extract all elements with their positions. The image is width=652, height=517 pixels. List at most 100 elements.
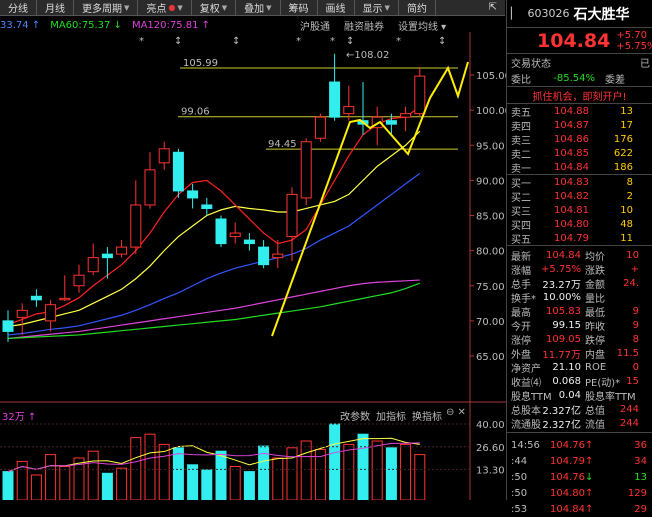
bids-volume: 2 — [626, 190, 633, 202]
more-icon[interactable]: 已 — [640, 55, 652, 70]
candle-body — [229, 232, 241, 238]
tick-volume: 34 — [634, 455, 647, 467]
volume-links: 改参数 加指标 换指标 — [340, 408, 442, 423]
tick-time: :50 — [511, 487, 528, 499]
price-level-label: 99.06 — [181, 107, 210, 118]
toolbar-minute[interactable]: 分线 — [0, 0, 37, 15]
bids-label: 买三 — [511, 206, 531, 218]
tick-time: 14:56 — [511, 439, 540, 451]
tick-direction-icon: ↓ — [585, 471, 594, 483]
trade-status: 交易状态 已 — [507, 54, 652, 70]
asks-price: 104.84 — [554, 161, 589, 173]
asks-volume: 17 — [620, 119, 633, 131]
toolbar-adjust-label: 复权 — [199, 4, 220, 15]
asks-label: 卖五 — [511, 107, 531, 119]
stat-label-2: 金额 — [585, 279, 605, 291]
tick-direction-icon: ↑ — [585, 439, 594, 451]
bids-row[interactable]: 买五 104.79 11 — [507, 231, 652, 246]
volume-panel-icons[interactable]: ⊖ ✕ — [446, 407, 466, 418]
stat-value: 23.27万 — [542, 279, 581, 291]
asks-row[interactable]: 卖四 104.87 17 — [507, 118, 652, 133]
bid-book: 买一 104.83 8 买二 104.82 2 买三 104.81 10 买四 104.80 48 买五… — [507, 175, 652, 246]
bids-row[interactable]: 买四 104.80 48 — [507, 217, 652, 232]
link-hk-connect[interactable]: 沪股通 — [300, 18, 330, 33]
ma120-line — [7, 279, 420, 340]
tick-direction-icon: ↑ — [585, 487, 594, 499]
toolbar-simple[interactable]: 简约 — [399, 0, 436, 15]
wc-label: 委差 — [605, 74, 625, 86]
volume-bar — [59, 466, 71, 500]
toolbar-adjust[interactable]: 复权 ▼ — [192, 0, 237, 15]
bids-row[interactable]: 买二 104.82 2 — [507, 189, 652, 204]
volume-bar — [201, 469, 213, 500]
event-marker: * — [139, 36, 144, 47]
toolbar-display[interactable]: 显示 ▼ — [355, 0, 399, 15]
asks-row[interactable]: 卖二 104.85 622 — [507, 146, 652, 161]
bids-volume: 8 — [626, 176, 633, 188]
tick-price: 104.84 — [550, 503, 585, 515]
stat-value-2: 15 — [626, 375, 639, 387]
promo-banner[interactable]: 抓住机会，即刻开户! — [507, 86, 652, 104]
candle-body — [258, 246, 270, 266]
stat-value-2: 8 — [632, 333, 639, 345]
candle-body — [272, 253, 284, 259]
candle-body — [385, 120, 397, 125]
stat-row: 换手* 10.00% 量比 — [507, 290, 652, 305]
candle-body — [45, 304, 57, 322]
volume-bar — [329, 423, 341, 500]
stat-value-2: 11.5 — [616, 347, 639, 359]
stat-label-2: 总值 — [585, 405, 605, 417]
volume-tick-label: 40.00 — [476, 420, 505, 431]
stat-value: 109.05 — [546, 333, 581, 345]
stat-value: 2.327亿 — [542, 405, 581, 417]
kline-chart[interactable]: 105.99 99.06 94.45 ←108.02 * ↕ ↕ * * ↕ * ↕ 105.00 10… — [0, 32, 506, 500]
bids-label: 买一 — [511, 178, 531, 190]
price-level-label: 94.45 — [268, 139, 297, 150]
volume-bar — [2, 471, 14, 500]
candle-body — [130, 204, 142, 248]
stat-label: 涨幅 — [511, 265, 531, 277]
tick-price: 104.79 — [550, 455, 585, 467]
stat-row: 总手 23.27万 金额 24. — [507, 276, 652, 291]
y-tick-label: 85.00 — [476, 212, 505, 223]
stat-value-2: 0 — [632, 361, 639, 373]
bids-row[interactable]: 买三 104.81 10 — [507, 203, 652, 218]
asks-row[interactable]: 卖三 104.86 176 — [507, 132, 652, 147]
asks-volume: 186 — [613, 161, 633, 173]
toolbar-highlights[interactable]: 亮点 ● ▼ — [138, 0, 192, 15]
tick-price: 104.76 — [550, 471, 585, 483]
toolbar-chips[interactable]: 筹码 — [281, 0, 318, 15]
stat-label-2: ROE — [585, 361, 607, 373]
stat-row: 今开 99.15 昨收 9 — [507, 318, 652, 333]
toolbar-more-periods[interactable]: 更多周期 ▼ — [74, 0, 139, 15]
trade-status-label: 交易状态 — [511, 58, 551, 70]
bids-row[interactable]: 买一 104.83 8 — [507, 175, 652, 190]
asks-row[interactable]: 卖一 104.84 186 — [507, 160, 652, 175]
menu-icon[interactable]: ▏ — [511, 7, 519, 20]
toolbar-overlay[interactable]: 叠加 ▼ — [236, 0, 281, 15]
link-ma-settings[interactable]: 设置均线 ▾ — [398, 18, 446, 33]
stat-row: 净资产 21.10 ROE 0 — [507, 360, 652, 375]
link-margin[interactable]: 融资融券 — [344, 18, 384, 33]
ma120-value: MA120:75.81 ↑ — [131, 19, 211, 31]
collapse-icon[interactable]: ⇱ — [481, 0, 505, 15]
volume-bar — [172, 447, 184, 500]
stat-value: 0.068 — [552, 375, 581, 387]
chart-toolbar: 分线 月线 更多周期 ▼ 亮点 ● ▼ 复权 ▼ 叠加 ▼ 筹码 画线 显示 ▼ 简约 ⇱ — [0, 0, 505, 16]
quote-panel: ▏ 603026 石大胜华 104.84 +5.70 +5.75% 交易状态已 … — [506, 0, 652, 515]
volume-bar — [343, 443, 355, 500]
toolbar-month[interactable]: 月线 — [37, 0, 74, 15]
tick-list: 14:56 104.76 ↑ 36:44 104.79 ↑ 34:50 104.76 ↓ 13:5… — [507, 433, 652, 517]
tick-row: :50 104.76 ↓ 13 — [507, 469, 652, 485]
bids-price: 104.82 — [554, 190, 589, 202]
link-add-indicator[interactable]: 加指标 — [376, 408, 406, 423]
asks-row[interactable]: 卖五 104.88 13 — [507, 104, 652, 119]
link-switch-indicator[interactable]: 换指标 — [412, 408, 442, 423]
volume-bar — [357, 433, 369, 500]
bids-label: 买二 — [511, 192, 531, 204]
volume-bar — [116, 467, 128, 500]
stat-row: 最高 105.83 最低 9 — [507, 304, 652, 319]
y-tick-label: 90.00 — [476, 176, 505, 187]
toolbar-draw[interactable]: 画线 — [318, 0, 355, 15]
link-change-params[interactable]: 改参数 — [340, 408, 370, 423]
